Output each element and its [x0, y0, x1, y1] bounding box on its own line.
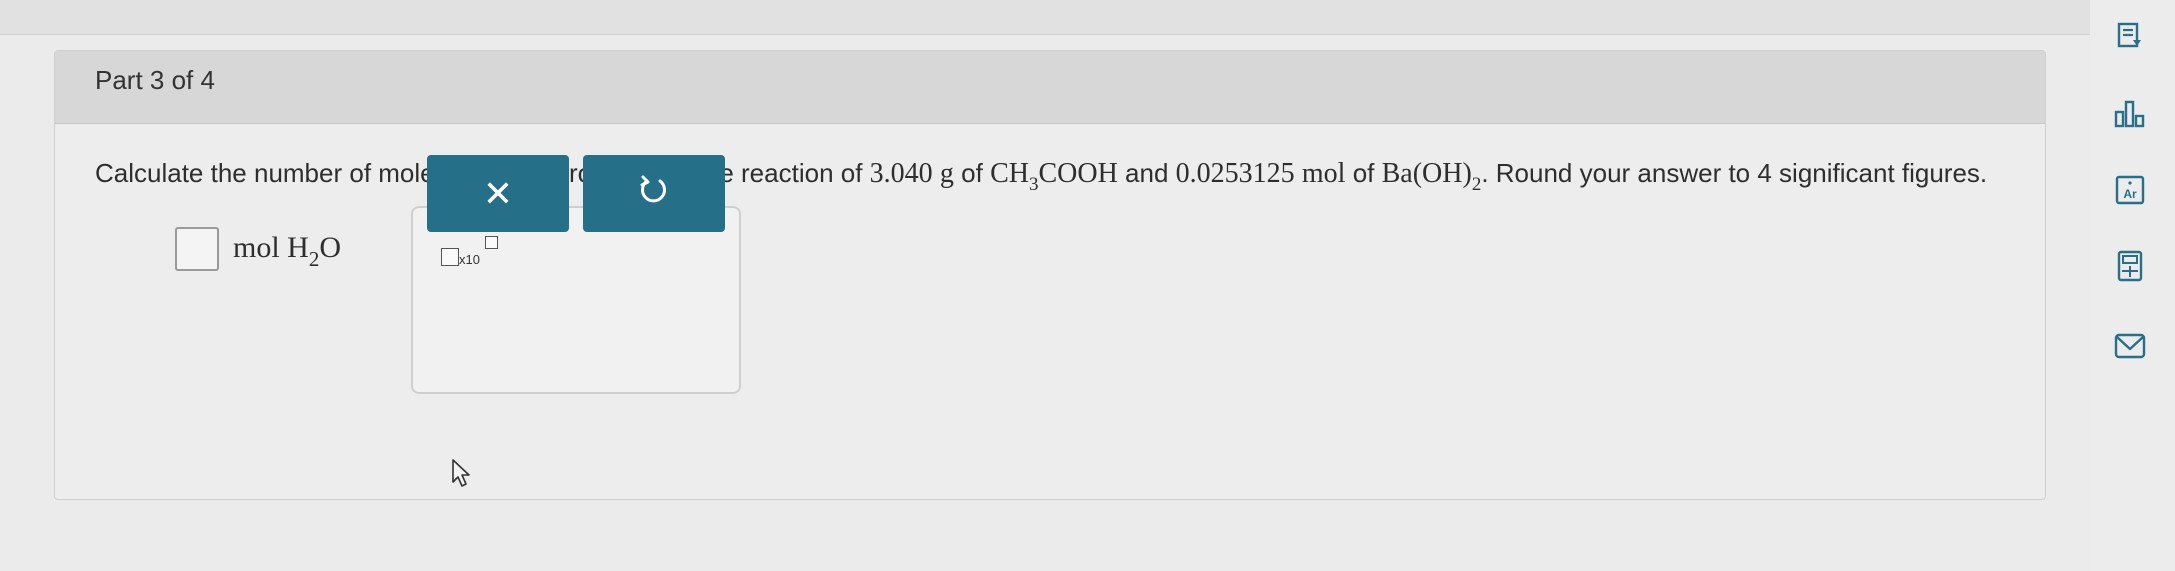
answer-unit: mol H2O [233, 231, 342, 271]
mantissa-box-icon [441, 248, 459, 266]
exponent-box-icon [485, 236, 498, 249]
of-word: of [961, 158, 983, 188]
periodic-table-icon[interactable]: Ar [2110, 170, 2150, 210]
x10-label: x10 [459, 252, 480, 267]
question-suffix: . Round your answer to 4 significant fig… [1481, 158, 1988, 188]
periodic-table-label: Ar [2123, 187, 2137, 201]
part-label: Part 3 of 4 [95, 65, 215, 95]
page: Part 3 of 4 Calculate the number of mole… [0, 0, 2175, 571]
card-header: Part 3 of 4 [55, 51, 2045, 124]
answer-input[interactable] [175, 227, 219, 271]
right-toolbar: Ar [2090, 0, 2175, 571]
worksheet-icon[interactable] [2110, 16, 2150, 56]
acetic-acid-formula: CH3COOH [990, 158, 1118, 195]
mol-unit: mol [1301, 158, 1346, 189]
close-icon: ✕ [482, 172, 514, 214]
calculator-icon[interactable] [2110, 246, 2150, 286]
of-word-2: of [1352, 158, 1375, 188]
undo-icon [637, 172, 671, 215]
clear-button[interactable]: ✕ [427, 155, 569, 232]
question-text: Calculate the number of moles of water p… [95, 149, 1995, 201]
scientific-notation-button[interactable]: x10 [441, 234, 511, 274]
mail-icon[interactable] [2110, 326, 2150, 366]
and-word: and [1125, 158, 1169, 188]
mol-value: 0.0253125 [1175, 158, 1295, 189]
answer-tool-panel: x10 [411, 206, 741, 394]
mass-unit: g [939, 158, 954, 189]
bar-chart-icon[interactable] [2110, 94, 2150, 134]
undo-button[interactable] [583, 155, 725, 232]
barium-hydroxide-formula: Ba(OH)2 [1381, 158, 1482, 195]
question-card: Part 3 of 4 Calculate the number of mole… [54, 50, 2046, 500]
mouse-pointer-icon [451, 458, 473, 493]
mass-value: 3.040 [869, 158, 933, 189]
previous-part-strip [0, 0, 2090, 35]
